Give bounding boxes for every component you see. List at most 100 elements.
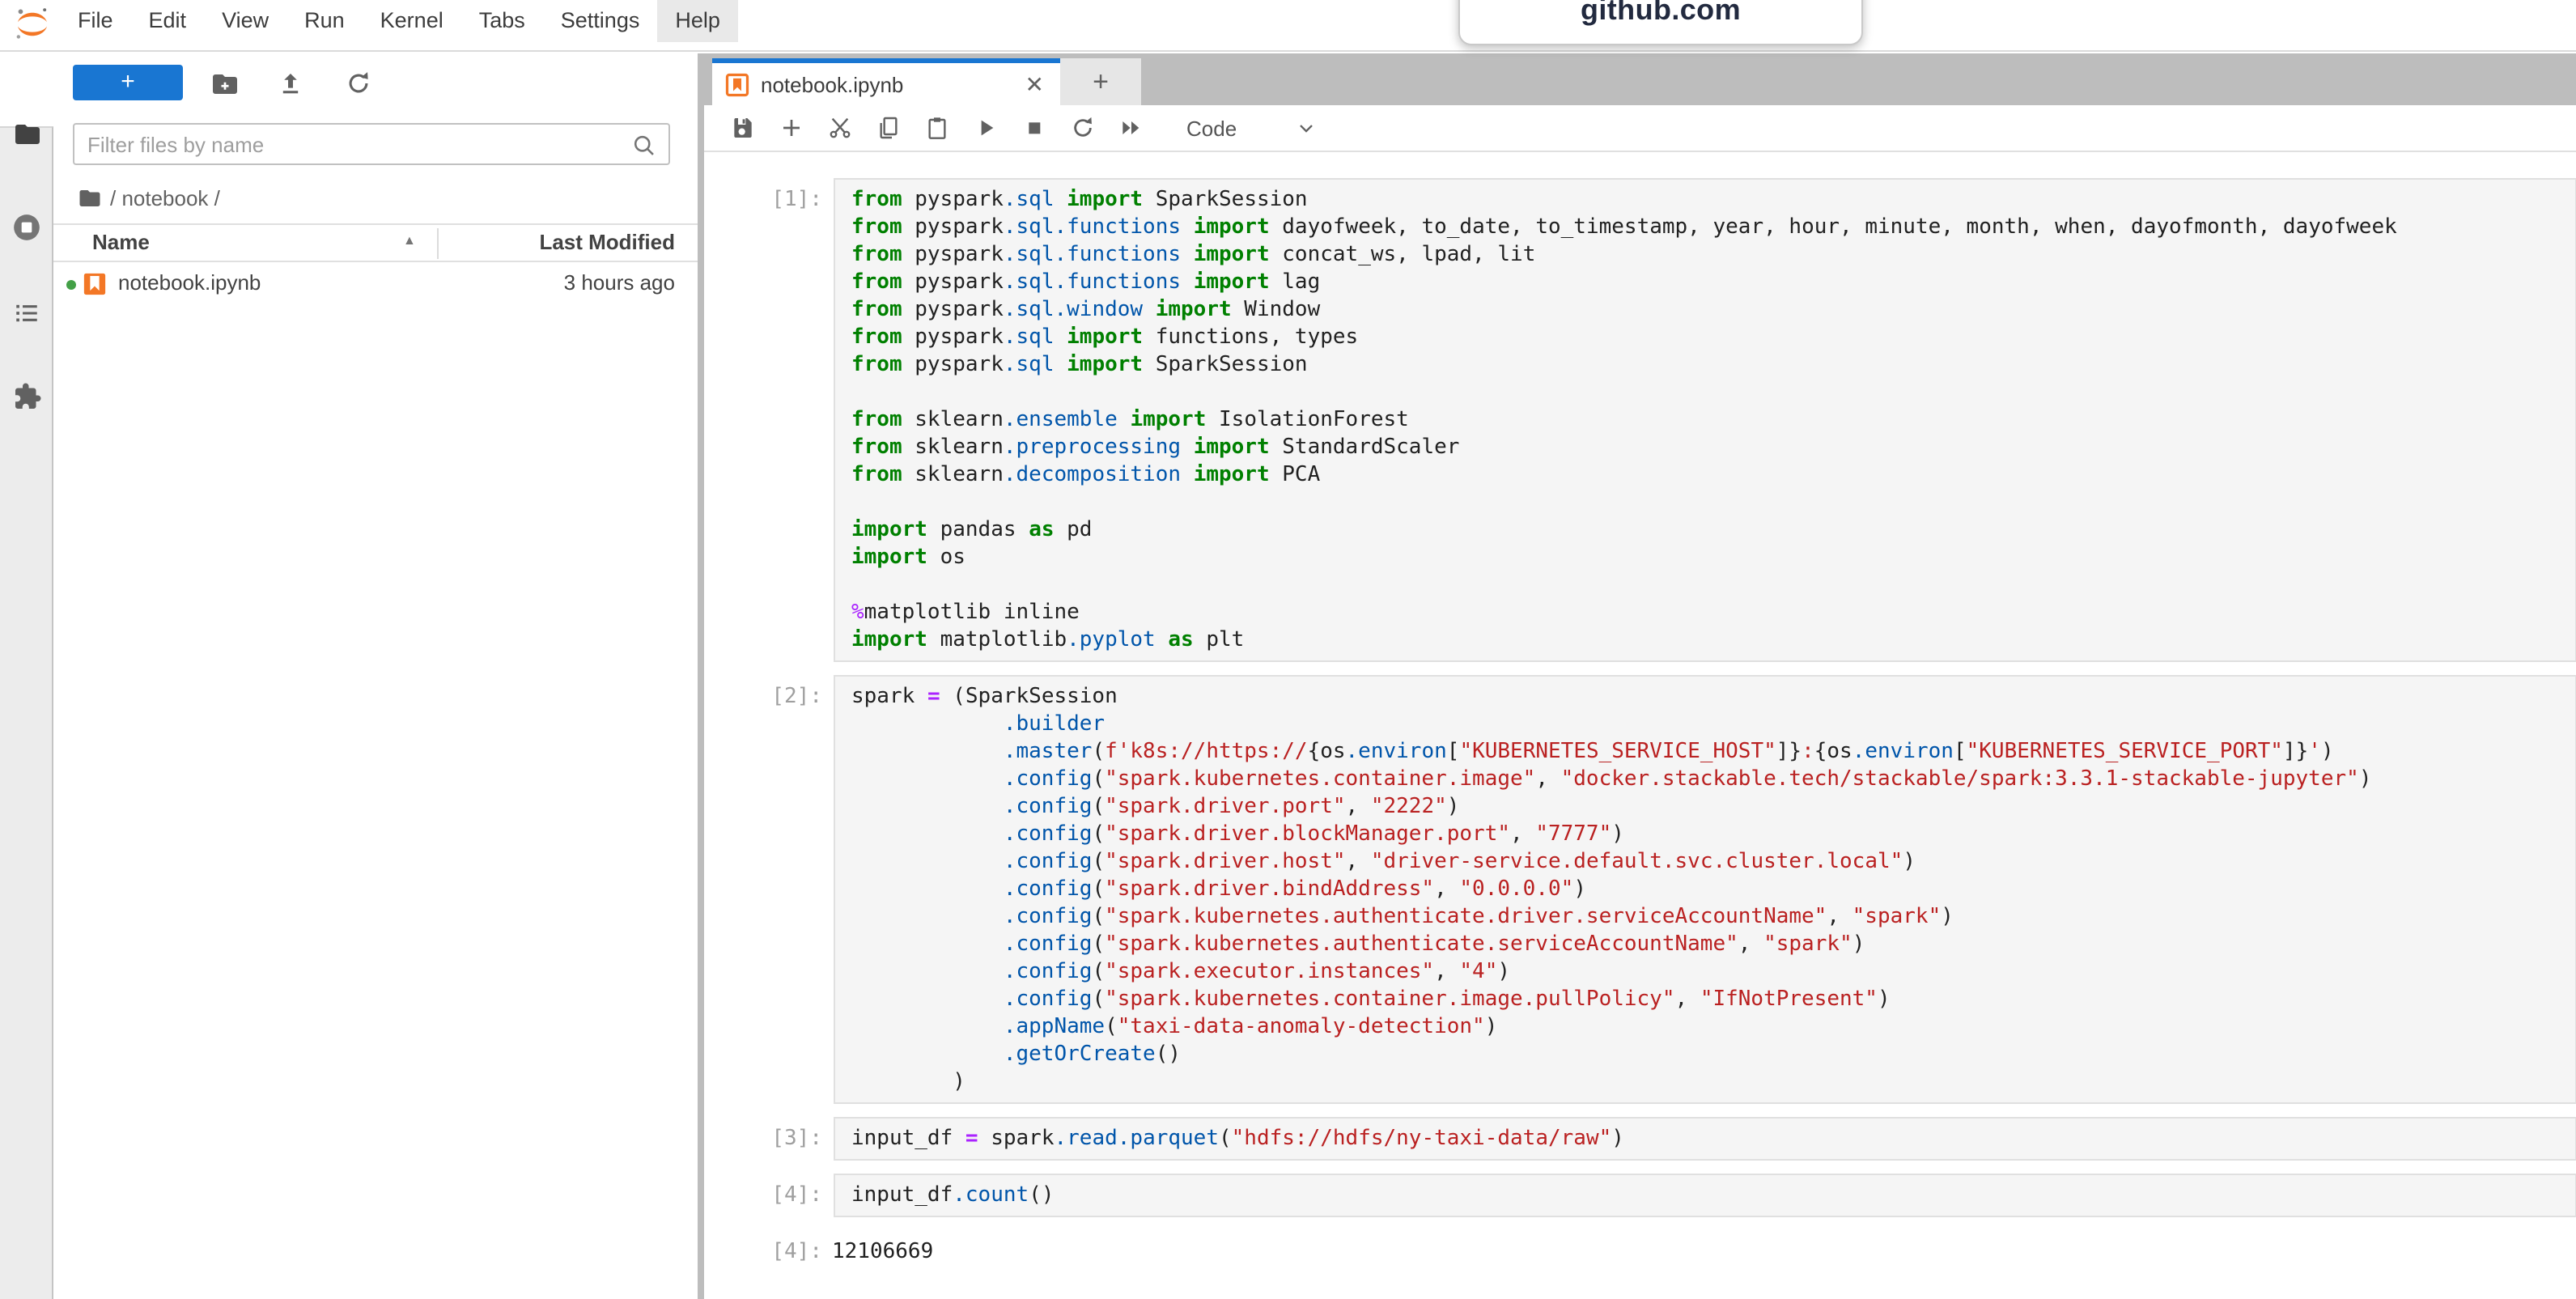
breadcrumb[interactable]: / notebook /: [78, 183, 220, 212]
code-line: .config("spark.driver.host", "driver-ser…: [851, 848, 2575, 876]
paste-cells-button[interactable]: [924, 115, 950, 141]
output-text: 12106669: [832, 1230, 933, 1266]
cut-cells-button[interactable]: [827, 115, 853, 141]
tab-title: notebook.ipynb: [761, 72, 1022, 96]
code-line: .builder: [851, 711, 2575, 738]
add-cell-button[interactable]: [779, 115, 804, 141]
cell-editor[interactable]: input_df = spark.read.parquet("hdfs://hd…: [834, 1117, 2576, 1161]
code-line: .getOrCreate(): [851, 1041, 2575, 1068]
cell-editor[interactable]: from pyspark.sql import SparkSessionfrom…: [834, 178, 2576, 662]
menu-item-edit[interactable]: Edit: [131, 0, 205, 42]
cell-type-dropdown[interactable]: Code: [1186, 116, 1237, 140]
code-line: input_df.count(): [851, 1182, 2575, 1209]
code-line: import matplotlib.pyplot as plt: [851, 626, 2575, 654]
filter-files-box: [73, 123, 670, 165]
code-line: from sklearn.ensemble import IsolationFo…: [851, 406, 2575, 434]
file-row-notebook[interactable]: notebook.ipynb 3 hours ago: [53, 264, 698, 304]
notebook-panel: notebook.ipynb ✕ +: [704, 53, 2576, 1299]
run-icon: [973, 115, 999, 141]
menu-item-kernel[interactable]: Kernel: [363, 0, 461, 42]
panel-resizer[interactable]: [698, 53, 704, 1299]
code-line: from pyspark.sql.functions import dayofw…: [851, 214, 2575, 241]
menu-item-help[interactable]: Help: [657, 0, 738, 42]
sidebar-tab-running-kernels[interactable]: [0, 201, 53, 253]
file-list-header: Name ▲ Last Modified: [53, 225, 698, 262]
code-line: import pandas as pd: [851, 516, 2575, 544]
code-line: from pyspark.sql.functions import concat…: [851, 241, 2575, 269]
code-line: spark = (SparkSession: [851, 683, 2575, 711]
activity-bar: [0, 53, 53, 1299]
sidebar-tab-extensions[interactable]: [0, 371, 53, 422]
upload-button[interactable]: [275, 70, 304, 99]
main-layout: +: [0, 53, 2576, 1299]
kernel-running-dot: [66, 280, 76, 290]
cut-icon: [827, 115, 853, 141]
breadcrumb-path: / notebook /: [110, 185, 220, 210]
stop-icon: [1021, 115, 1047, 141]
file-name: notebook.ipynb: [118, 270, 261, 295]
tab-close-button[interactable]: ✕: [1022, 70, 1047, 98]
code-line: .config("spark.executor.instances", "4"): [851, 958, 2575, 986]
code-line: import os: [851, 544, 2575, 571]
tab-notebook[interactable]: notebook.ipynb ✕: [712, 58, 1060, 105]
cell-editor[interactable]: spark = (SparkSession .builder .master(f…: [834, 675, 2576, 1104]
menu-item-settings[interactable]: Settings: [543, 0, 658, 42]
refresh-file-list-button[interactable]: [343, 70, 372, 99]
menu-item-file[interactable]: File: [60, 0, 131, 42]
new-folder-icon: [210, 70, 240, 99]
file-browser-panel: +: [53, 53, 698, 1299]
code-cell: [4]: input_df.count(): [704, 1174, 2576, 1217]
menu-item-tabs[interactable]: Tabs: [461, 0, 543, 42]
output-prompt: [4]:: [704, 1230, 832, 1266]
menu-item-view[interactable]: View: [204, 0, 286, 42]
column-header-last-modified[interactable]: Last Modified: [539, 230, 675, 254]
code-line: .config("spark.kubernetes.container.imag…: [851, 986, 2575, 1013]
menu-item-run[interactable]: Run: [286, 0, 363, 42]
menu-bar: File Edit View Run Kernel Tabs Settings …: [0, 0, 2576, 52]
restart-kernel-button[interactable]: [1070, 115, 1096, 141]
notebook-file-icon: [83, 272, 107, 296]
chevron-down-icon[interactable]: [1295, 117, 1318, 139]
code-line: .config("spark.kubernetes.container.imag…: [851, 766, 2575, 793]
folder-icon: [12, 120, 41, 149]
save-button[interactable]: [730, 115, 756, 141]
code-line: .config("spark.kubernetes.authenticate.s…: [851, 931, 2575, 958]
refresh-icon: [344, 70, 371, 97]
code-line: .config("spark.driver.port", "2222"): [851, 793, 2575, 821]
puzzle-icon: [12, 382, 41, 411]
browser-domain-popup: github.com: [1458, 0, 1863, 45]
filter-files-input[interactable]: [87, 126, 622, 162]
upload-icon: [276, 70, 303, 97]
new-folder-button[interactable]: [210, 70, 240, 99]
file-last-modified: 3 hours ago: [564, 270, 675, 295]
code-line: ): [851, 1068, 2575, 1096]
cell-editor[interactable]: input_df.count(): [834, 1174, 2576, 1217]
code-line: [851, 571, 2575, 599]
column-header-name[interactable]: Name: [92, 230, 150, 254]
plus-icon: [779, 115, 804, 141]
code-line: %matplotlib inline: [851, 599, 2575, 626]
copy-cells-button[interactable]: [876, 115, 902, 141]
input-prompt: [3]:: [704, 1117, 832, 1161]
save-icon: [730, 115, 756, 141]
interrupt-kernel-button[interactable]: [1021, 115, 1047, 141]
sidebar-tab-table-of-contents[interactable]: [0, 287, 53, 338]
home-folder-icon: [78, 185, 102, 210]
run-cell-button[interactable]: [973, 115, 999, 141]
input-prompt: [4]:: [704, 1174, 832, 1217]
input-prompt: [1]:: [704, 178, 832, 662]
cell-output-area: [4]:12106669: [704, 1230, 2576, 1266]
sidebar-tab-file-browser[interactable]: [0, 108, 53, 160]
fast-forward-icon: [1118, 115, 1144, 141]
code-line: .config("spark.kubernetes.authenticate.d…: [851, 903, 2575, 931]
code-line: from pyspark.sql import SparkSession: [851, 186, 2575, 214]
code-line: .master(f'k8s://https://{os.environ["KUB…: [851, 738, 2575, 766]
new-launcher-button[interactable]: +: [73, 65, 183, 100]
list-icon: [13, 299, 40, 326]
code-line: .appName("taxi-data-anomaly-detection"): [851, 1013, 2575, 1041]
restart-run-all-button[interactable]: [1118, 115, 1144, 141]
code-cell: [3]:input_df = spark.read.parquet("hdfs:…: [704, 1117, 2576, 1161]
code-line: [851, 489, 2575, 516]
new-tab-button[interactable]: +: [1060, 58, 1141, 105]
dock-tab-bar: notebook.ipynb ✕ +: [704, 53, 2576, 105]
